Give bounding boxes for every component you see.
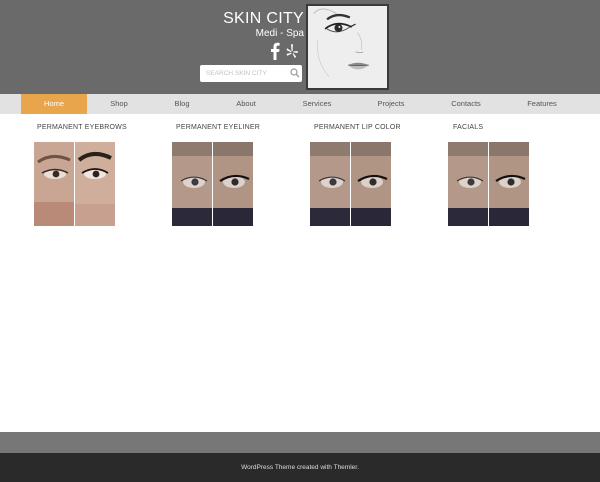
site-title[interactable]: SKIN CITY bbox=[222, 10, 304, 28]
service-title[interactable]: FACIALS bbox=[453, 124, 483, 131]
nav-item-about[interactable]: About bbox=[213, 94, 279, 114]
nav-item-contacts[interactable]: Contacts bbox=[427, 94, 505, 114]
nav-item-services[interactable]: Services bbox=[279, 94, 355, 114]
after-photo bbox=[213, 142, 253, 226]
nav-item-home[interactable]: Home bbox=[21, 94, 87, 114]
search-icon[interactable] bbox=[290, 68, 300, 78]
service-title[interactable]: PERMANENT EYEBROWS bbox=[37, 124, 127, 131]
before-photo bbox=[448, 142, 488, 226]
footer-credit[interactable]: WordPress Theme created with Themler. bbox=[0, 453, 600, 482]
service-before-after-image[interactable] bbox=[172, 142, 256, 226]
footer-band bbox=[0, 432, 600, 453]
site-header: SKIN CITY Medi - Spa bbox=[0, 0, 600, 94]
service-title[interactable]: PERMANENT EYELINER bbox=[176, 124, 260, 131]
facebook-icon[interactable] bbox=[270, 42, 280, 60]
before-photo bbox=[34, 142, 74, 226]
logo-face-image bbox=[306, 4, 389, 90]
services-grid: PERMANENT EYEBROWS PERMANENT EYELINER PE… bbox=[0, 120, 600, 240]
after-photo bbox=[351, 142, 391, 226]
after-photo bbox=[75, 142, 115, 226]
nav-item-shop[interactable]: Shop bbox=[87, 94, 151, 114]
site-subtitle: Medi - Spa bbox=[255, 28, 304, 39]
service-before-after-image[interactable] bbox=[310, 142, 394, 226]
service-title[interactable]: PERMANENT LIP COLOR bbox=[314, 124, 401, 131]
before-photo bbox=[310, 142, 350, 226]
main-nav: Home Shop Blog About Services Projects C… bbox=[0, 94, 600, 114]
nav-item-projects[interactable]: Projects bbox=[355, 94, 427, 114]
after-photo bbox=[489, 142, 529, 226]
social-links bbox=[270, 42, 302, 60]
service-before-after-image[interactable] bbox=[448, 142, 532, 226]
brand[interactable]: SKIN CITY Medi - Spa bbox=[222, 10, 304, 40]
nav-item-blog[interactable]: Blog bbox=[151, 94, 213, 114]
site-footer: WordPress Theme created with Themler. bbox=[0, 453, 600, 482]
service-before-after-image[interactable] bbox=[34, 142, 118, 226]
search-input[interactable] bbox=[200, 65, 288, 82]
nav-item-features[interactable]: Features bbox=[505, 94, 579, 114]
before-photo bbox=[172, 142, 212, 226]
face-sketch-icon bbox=[308, 6, 387, 88]
yelp-icon[interactable] bbox=[284, 43, 300, 59]
search-box bbox=[200, 65, 302, 82]
